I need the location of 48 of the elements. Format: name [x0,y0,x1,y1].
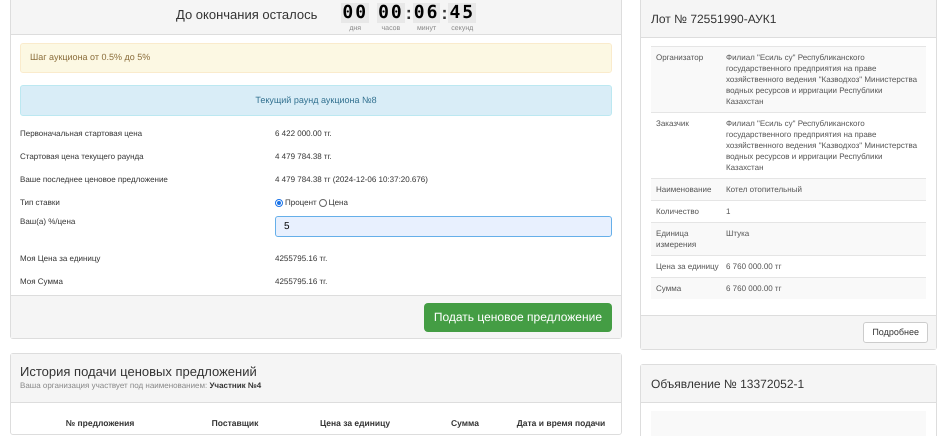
bid-input-field[interactable]: 5 [275,216,612,237]
row-value: Штука [726,228,750,240]
row-value: Филиал "Есиль су" Республиканского государственного предприятия на праве хозяйственного ведения "Казводхоз" Министерства водных ресурсов и ирригации Республики Казахстан [726,118,918,173]
timer-digits: 00 [341,3,370,23]
row-value: 6 760 000.00 тг [726,283,783,294]
timer-digits: 00 [377,3,405,23]
field-label: Ваше последнее ценовое предложение [20,174,169,186]
radio-option[interactable]: Цена [318,196,348,208]
row-label: Количество [656,206,700,217]
field-label: Стартовая цена текущего раунда [20,150,145,162]
row-value: 6 760 000.00 тг [726,261,783,272]
column-header: № предложения [64,417,136,430]
field-value: 6 422 000.00 тг. [275,128,332,140]
step-alert: Шаг аукциона от 0.5% до 5% [20,43,612,73]
row-label: Организатор [656,52,704,64]
field-label: Моя Цена за единицу [20,252,102,264]
row-label: Сумма [656,283,682,294]
timer-separator: : [406,3,412,23]
timer-digits: 45 [448,3,476,23]
announcement-title: Объявление № 13372052-1 [651,376,804,392]
row-value: 1 [726,206,732,217]
row-value: Котел отопительный [726,184,803,195]
lot-title: Лот № 72551990-АУК1 [651,10,776,28]
row-label: Единица измерения [656,228,698,250]
field-value: 4 479 784.38 тг. [275,150,332,162]
field-value: 4255795.16 тг. [275,276,328,288]
countdown-title: До окончания осталось [176,6,318,24]
row-value: Филиал "Есиль су" Республиканского государственного предприятия на праве хозяйственного ведения "Казводхоз" Министерства водных ресурсов и ирригации Республики Казахстан [726,52,918,107]
column-header: Цена за единицу [318,417,392,430]
field-value: 4255795.16 тг. [275,252,328,264]
field-label: Первоначальная стартовая цена [20,128,144,140]
field-label: Моя Сумма [20,276,64,288]
column-header: Сумма [450,417,480,430]
timer-separator: : [441,3,448,23]
details-button[interactable]: Подробнее [863,322,928,343]
field-value: 4 479 784.38 тг (2024-12-06 10:37:20.676) [275,174,428,186]
column-header: Дата и время подачи [516,417,606,430]
history-subtitle: Ваша организация участвует под наименованием: Участник №4 [20,380,262,391]
round-alert: Текущий раунд аукциона №8 [20,85,612,116]
row-label: Заказчик [656,118,690,130]
history-title: История подачи ценовых предложений [20,364,258,380]
row-label: Наименование [656,184,712,195]
radio-option[interactable]: Процент [275,196,317,208]
timer-digits: 06 [412,3,440,23]
row-label: Цена за единицу [656,261,720,272]
field-label: Ваш(а) %/цена [20,216,76,228]
column-header: Поставщик [210,417,260,430]
field-label: Тип ставки [20,196,61,208]
